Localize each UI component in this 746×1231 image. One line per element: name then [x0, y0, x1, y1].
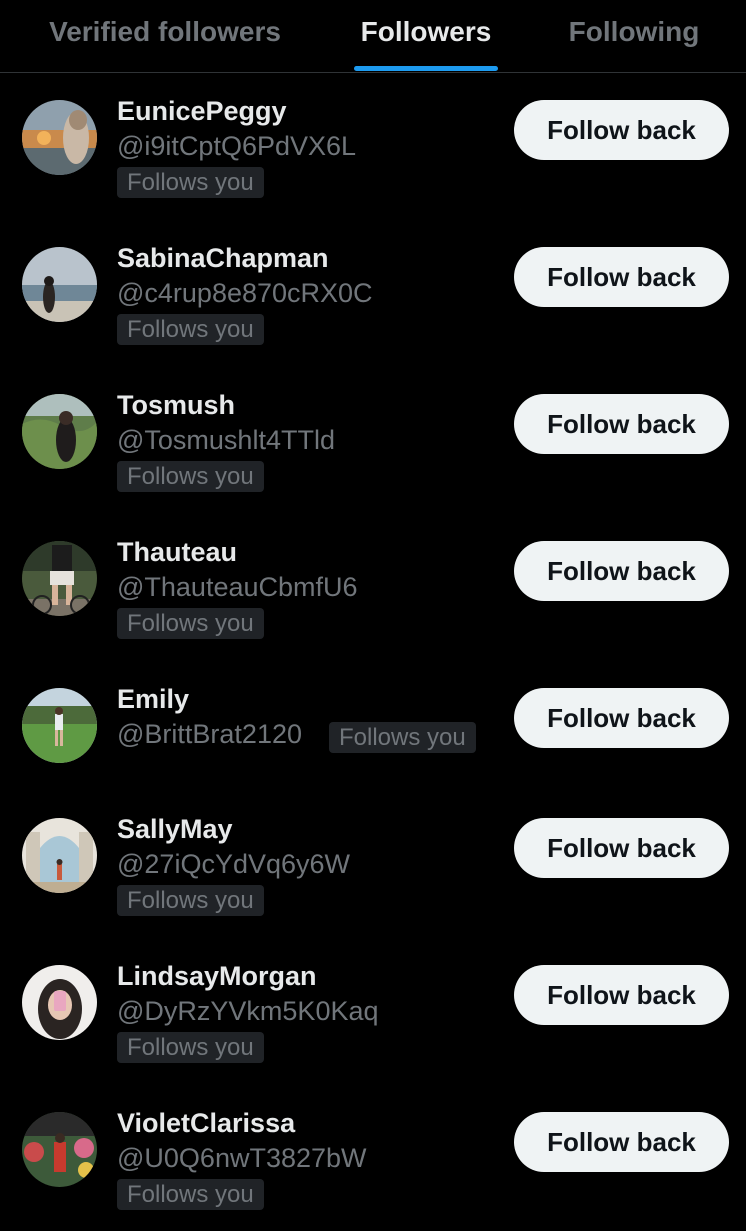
followers-tab-bar: Verified followers Followers Following	[0, 0, 746, 73]
avatar[interactable]	[22, 394, 97, 469]
display-name[interactable]: EunicePeggy	[117, 96, 287, 127]
username-handle: @i9itCptQ6PdVX6L	[117, 131, 357, 161]
follow-back-button[interactable]: Follow back	[514, 394, 729, 454]
follows-you-badge: Follows you	[117, 1032, 264, 1063]
follows-you-badge: Follows you	[117, 461, 264, 492]
display-name[interactable]: SallyMay	[117, 814, 233, 845]
follow-back-button[interactable]: Follow back	[514, 541, 729, 601]
username-handle: @BrittBrat2120	[117, 719, 302, 749]
avatar[interactable]	[22, 965, 97, 1040]
display-name[interactable]: LindsayMorgan	[117, 961, 317, 992]
follows-you-badge: Follows you	[117, 608, 264, 639]
username-handle: @Tosmushlt4TTld	[117, 425, 335, 455]
follows-you-badge: Follows you	[117, 314, 264, 345]
follower-row[interactable]: Thauteau @ThauteauCbmfU6 Follows you Fol…	[0, 513, 746, 660]
follow-back-button[interactable]: Follow back	[514, 688, 729, 748]
username-handle: @DyRzYVkm5K0Kaq	[117, 996, 379, 1026]
follows-you-badge: Follows you	[117, 1179, 264, 1210]
username-handle: @ThauteauCbmfU6	[117, 572, 358, 602]
tab-following[interactable]: Following	[556, 0, 712, 72]
follower-row[interactable]: EunicePeggy @i9itCptQ6PdVX6L Follows you…	[0, 72, 746, 219]
follower-row[interactable]: Emily @BrittBrat2120 Follows you Follow …	[0, 660, 746, 807]
username-handle: @27iQcYdVq6y6W	[117, 849, 351, 879]
follow-back-button[interactable]: Follow back	[514, 1112, 729, 1172]
follows-you-badge: Follows you	[117, 885, 264, 916]
tab-followers[interactable]: Followers	[346, 0, 506, 72]
tab-verified-followers[interactable]: Verified followers	[28, 0, 302, 72]
follower-row[interactable]: Tosmush @Tosmushlt4TTld Follows you Foll…	[0, 366, 746, 513]
avatar[interactable]	[22, 100, 97, 175]
follow-back-button[interactable]: Follow back	[514, 965, 729, 1025]
display-name[interactable]: Thauteau	[117, 537, 237, 568]
avatar[interactable]	[22, 818, 97, 893]
avatar[interactable]	[22, 1112, 97, 1187]
follower-row[interactable]: SallyMay @27iQcYdVq6y6W Follows you Foll…	[0, 790, 746, 937]
follower-row[interactable]: SabinaChapman @c4rup8e870cRX0C Follows y…	[0, 219, 746, 366]
avatar[interactable]	[22, 247, 97, 322]
follower-row[interactable]: LindsayMorgan @DyRzYVkm5K0Kaq Follows yo…	[0, 937, 746, 1084]
follow-back-button[interactable]: Follow back	[514, 100, 729, 160]
avatar[interactable]	[22, 688, 97, 763]
display-name[interactable]: SabinaChapman	[117, 243, 329, 274]
follow-back-button[interactable]: Follow back	[514, 818, 729, 878]
display-name[interactable]: VioletClarissa	[117, 1108, 295, 1139]
follows-you-badge: Follows you	[329, 722, 476, 753]
username-handle: @U0Q6nwT3827bW	[117, 1143, 367, 1173]
display-name[interactable]: Emily	[117, 684, 189, 715]
active-tab-indicator	[354, 66, 498, 71]
avatar[interactable]	[22, 541, 97, 616]
display-name[interactable]: Tosmush	[117, 390, 235, 421]
follower-row[interactable]: VioletClarissa @U0Q6nwT3827bW Follows yo…	[0, 1084, 746, 1231]
username-handle: @c4rup8e870cRX0C	[117, 278, 373, 308]
follow-back-button[interactable]: Follow back	[514, 247, 729, 307]
follows-you-badge: Follows you	[117, 167, 264, 198]
